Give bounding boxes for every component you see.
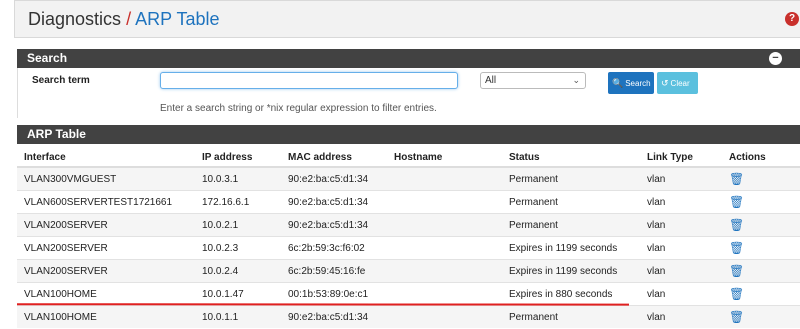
cell-link-type: vlan (640, 166, 722, 191)
cell-status: Expires in 1199 seconds (502, 259, 640, 283)
cell-status: Permanent (502, 166, 640, 191)
cell-link-type: vlan (640, 213, 722, 237)
cell-link-type: vlan (640, 305, 722, 328)
search-panel-title: Search (27, 51, 68, 65)
search-input[interactable] (160, 72, 458, 89)
search-icon: 🔍 (612, 78, 624, 88)
column-header-status[interactable]: Status (502, 148, 640, 168)
column-header-interface[interactable]: Interface (17, 148, 195, 168)
cell-interface: VLAN300VMGUEST (17, 166, 195, 191)
cell-interface: VLAN200SERVER (17, 259, 195, 283)
search-term-label: Search term (32, 75, 90, 86)
cell-hostname (387, 305, 502, 328)
cell-mac: 90:e2:ba:c5:d1:34 (281, 305, 387, 328)
cell-link-type: vlan (640, 190, 722, 214)
cell-ip: 172.16.6.1 (195, 190, 281, 214)
cell-ip: 10.0.2.1 (195, 213, 281, 237)
trash-icon[interactable]: 🗑 (729, 311, 744, 323)
clear-button[interactable]: ↺ Clear (657, 72, 698, 94)
red-underline-annotation (17, 303, 629, 306)
minus-circle-icon[interactable]: − (769, 52, 782, 65)
cell-mac: 90:e2:ba:c5:d1:34 (281, 213, 387, 237)
table-row: VLAN100HOME 10.0.1.1 90:e2:ba:c5:d1:34 P… (17, 305, 800, 328)
cell-hostname (387, 259, 502, 283)
cell-status: Expires in 1199 seconds (502, 236, 640, 260)
table-row: VLAN200SERVER 10.0.2.4 6c:2b:59:45:16:fe… (17, 259, 800, 283)
page-title: Diagnostics / ARP Table (28, 9, 220, 30)
cell-actions: 🗑 (722, 236, 800, 260)
trash-icon[interactable]: 🗑 (729, 242, 744, 254)
cell-link-type: vlan (640, 282, 722, 306)
cell-link-type: vlan (640, 259, 722, 283)
question-circle-icon[interactable]: ? (785, 12, 799, 26)
cell-mac: 6c:2b:59:45:16:fe (281, 259, 387, 283)
arp-panel-header: ARP Table (17, 125, 800, 144)
cell-actions: 🗑 (722, 213, 800, 237)
page-header: Diagnostics / ARP Table ? (14, 0, 800, 38)
cell-interface: VLAN100HOME (17, 305, 195, 328)
filter-select[interactable]: All ⌄ (480, 72, 586, 89)
cell-interface: VLAN200SERVER (17, 236, 195, 260)
cell-status: Permanent (502, 213, 640, 237)
clear-button-label: Clear (670, 79, 690, 88)
cell-actions: 🗑 (722, 305, 800, 328)
breadcrumb-separator: / (126, 9, 132, 29)
filter-select-value: All (485, 75, 497, 86)
cell-actions: 🗑 (722, 190, 800, 214)
cell-ip: 10.0.1.1 (195, 305, 281, 328)
cell-hostname (387, 190, 502, 214)
chevron-down-icon: ⌄ (572, 75, 580, 85)
cell-hostname (387, 166, 502, 191)
cell-ip: 10.0.2.4 (195, 259, 281, 283)
table-header-row: Interface IP address MAC address Hostnam… (17, 148, 800, 168)
cell-interface: VLAN200SERVER (17, 213, 195, 237)
cell-ip: 10.0.3.1 (195, 166, 281, 191)
cell-interface: VLAN600SERVERTEST1721661 (17, 190, 195, 214)
search-panel-header: Search − (17, 49, 800, 68)
breadcrumb-current[interactable]: ARP Table (135, 9, 219, 29)
cell-status: Permanent (502, 190, 640, 214)
cell-mac: 6c:2b:59:3c:f6:02 (281, 236, 387, 260)
trash-icon[interactable]: 🗑 (729, 173, 744, 185)
search-button[interactable]: 🔍 Search (608, 72, 654, 94)
table-row: VLAN600SERVERTEST1721661 172.16.6.1 90:e… (17, 190, 800, 214)
table-row: VLAN300VMGUEST 10.0.3.1 90:e2:ba:c5:d1:3… (17, 166, 800, 191)
undo-icon: ↺ (661, 78, 669, 88)
table-row: VLAN200SERVER 10.0.2.3 6c:2b:59:3c:f6:02… (17, 236, 800, 260)
trash-icon[interactable]: 🗑 (729, 288, 744, 300)
column-header-actions: Actions (722, 148, 800, 168)
breadcrumb-root[interactable]: Diagnostics (28, 9, 121, 29)
column-header-hostname[interactable]: Hostname (387, 148, 502, 168)
cell-actions: 🗑 (722, 282, 800, 306)
table-row: VLAN200SERVER 10.0.2.1 90:e2:ba:c5:d1:34… (17, 213, 800, 237)
arp-panel-title: ARP Table (27, 127, 86, 141)
search-hint: Enter a search string or *nix regular ex… (160, 103, 437, 114)
column-header-ip[interactable]: IP address (195, 148, 281, 168)
cell-mac: 90:e2:ba:c5:d1:34 (281, 166, 387, 191)
arp-table: Interface IP address MAC address Hostnam… (17, 148, 800, 328)
cell-ip: 10.0.2.3 (195, 236, 281, 260)
trash-icon[interactable]: 🗑 (729, 219, 744, 231)
cell-status: Permanent (502, 305, 640, 328)
column-header-mac[interactable]: MAC address (281, 148, 387, 168)
column-header-link-type[interactable]: Link Type (640, 148, 722, 168)
cell-actions: 🗑 (722, 259, 800, 283)
trash-icon[interactable]: 🗑 (729, 265, 744, 277)
cell-link-type: vlan (640, 236, 722, 260)
cell-actions: 🗑 (722, 166, 800, 191)
search-button-label: Search (625, 79, 651, 88)
cell-hostname (387, 213, 502, 237)
cell-mac: 90:e2:ba:c5:d1:34 (281, 190, 387, 214)
trash-icon[interactable]: 🗑 (729, 196, 744, 208)
cell-hostname (387, 236, 502, 260)
